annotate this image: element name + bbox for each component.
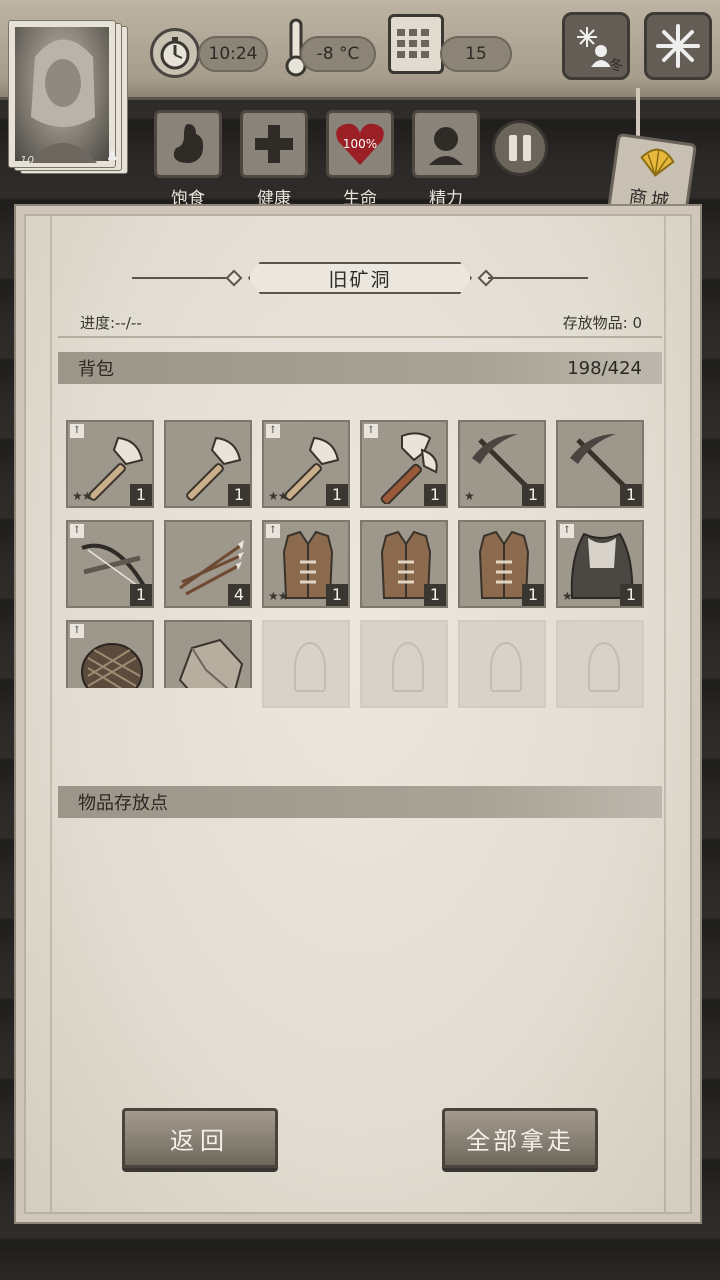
snowflake-icon — [656, 24, 700, 68]
temperature-display: -8 °C — [300, 36, 376, 72]
divider — [58, 336, 662, 338]
quality-stars-icon: ★★ — [268, 489, 288, 503]
empty-slot[interactable] — [556, 620, 644, 708]
season-winter-button[interactable]: 冬 — [562, 12, 630, 80]
item-count: 1 — [130, 484, 152, 506]
back-button[interactable]: 返回 — [122, 1108, 278, 1168]
inventory-slot[interactable]: 4 — [164, 520, 252, 608]
item-count: 1 — [228, 484, 250, 506]
empty-slot[interactable] — [458, 620, 546, 708]
head-icon — [429, 127, 463, 165]
upgrade-arrow-icon: ↑ — [560, 524, 574, 538]
progress-text: 进度:--/-- — [80, 314, 142, 332]
item-count: 1 — [326, 584, 348, 606]
item-count: 1 — [522, 484, 544, 506]
item-count: 1 — [130, 584, 152, 606]
location-title: 旧矿洞 — [248, 262, 472, 294]
character-face-image — [15, 27, 109, 163]
backpack-capacity: 198/424 — [567, 357, 642, 379]
inventory-slot[interactable]: ↑ ★★ 1 — [262, 520, 350, 608]
status-health[interactable] — [240, 110, 308, 178]
backpack-header: 背包 198/424 — [58, 352, 662, 384]
quality-stars-icon: ★★ — [72, 489, 92, 503]
calendar-icon — [388, 14, 444, 74]
health-cross-icon — [255, 125, 293, 163]
upgrade-arrow-icon: ↑ — [266, 524, 280, 538]
upgrade-arrow-icon: ↑ — [70, 424, 84, 438]
stored-items-text: 存放物品: 0 — [562, 314, 642, 332]
shop-button[interactable]: 商城 — [606, 132, 698, 222]
item-count: 1 — [522, 584, 544, 606]
time-display: 10:24 — [198, 36, 268, 72]
item-count: 1 — [620, 484, 642, 506]
inventory-slot[interactable]: ↑ 1 — [360, 420, 448, 508]
take-all-button[interactable]: 全部拿走 — [442, 1108, 598, 1168]
inventory-slot[interactable]: 1 — [164, 420, 252, 508]
quality-stars-icon: ★ — [464, 489, 475, 503]
upgrade-arrow-icon: ↑ — [70, 524, 84, 538]
status-life[interactable]: 100% — [326, 110, 394, 178]
quality-stars-icon: ★★ — [268, 589, 288, 603]
character-portrait[interactable]: 10 ♟ — [8, 20, 132, 180]
inventory-slot[interactable]: ↑ ★★ 1 — [66, 420, 154, 508]
inventory-slot[interactable]: 1 — [556, 420, 644, 508]
inventory-slot[interactable]: ↑ ★ 1 — [556, 520, 644, 608]
character-level: 10 — [20, 154, 34, 167]
upgrade-arrow-icon: ↑ — [70, 624, 84, 638]
quality-stars-icon: ★ — [562, 589, 573, 603]
stopwatch-icon — [150, 28, 200, 78]
upgrade-arrow-icon: ↑ — [266, 424, 280, 438]
inventory-slot[interactable]: ↑ 1 — [66, 520, 154, 608]
panel-title-banner: 旧矿洞 — [132, 262, 588, 294]
stomach-icon — [173, 124, 204, 163]
item-count: 4 — [228, 584, 250, 606]
status-hunger[interactable] — [154, 110, 222, 178]
storage-label: 物品存放点 — [78, 793, 168, 814]
item-count: 1 — [424, 484, 446, 506]
item-count: 1 — [326, 484, 348, 506]
item-count: 1 — [424, 584, 446, 606]
shop-rope — [636, 88, 640, 140]
inventory-slot[interactable]: ↑ ★★ 1 — [262, 420, 350, 508]
backpack-label: 背包 — [78, 359, 114, 380]
inventory-slot[interactable] — [164, 620, 252, 688]
inventory-slot[interactable]: 1 — [360, 520, 448, 608]
inventory-slot[interactable]: ↑ — [66, 620, 154, 688]
item-count: 1 — [620, 584, 642, 606]
upgrade-arrow-icon: ↑ — [364, 424, 378, 438]
shell-icon — [640, 148, 675, 177]
party-icon: ♟ — [106, 148, 119, 164]
empty-slot[interactable] — [262, 620, 350, 708]
inventory-slot[interactable]: 1 — [458, 520, 546, 608]
empty-slot[interactable] — [360, 620, 448, 708]
status-energy[interactable] — [412, 110, 480, 178]
day-display: 15 — [440, 36, 512, 72]
pause-button[interactable] — [492, 120, 548, 176]
settings-snowflake-button[interactable] — [644, 12, 712, 80]
inventory-slot[interactable]: ★ 1 — [458, 420, 546, 508]
storage-header: 物品存放点 — [58, 786, 662, 818]
